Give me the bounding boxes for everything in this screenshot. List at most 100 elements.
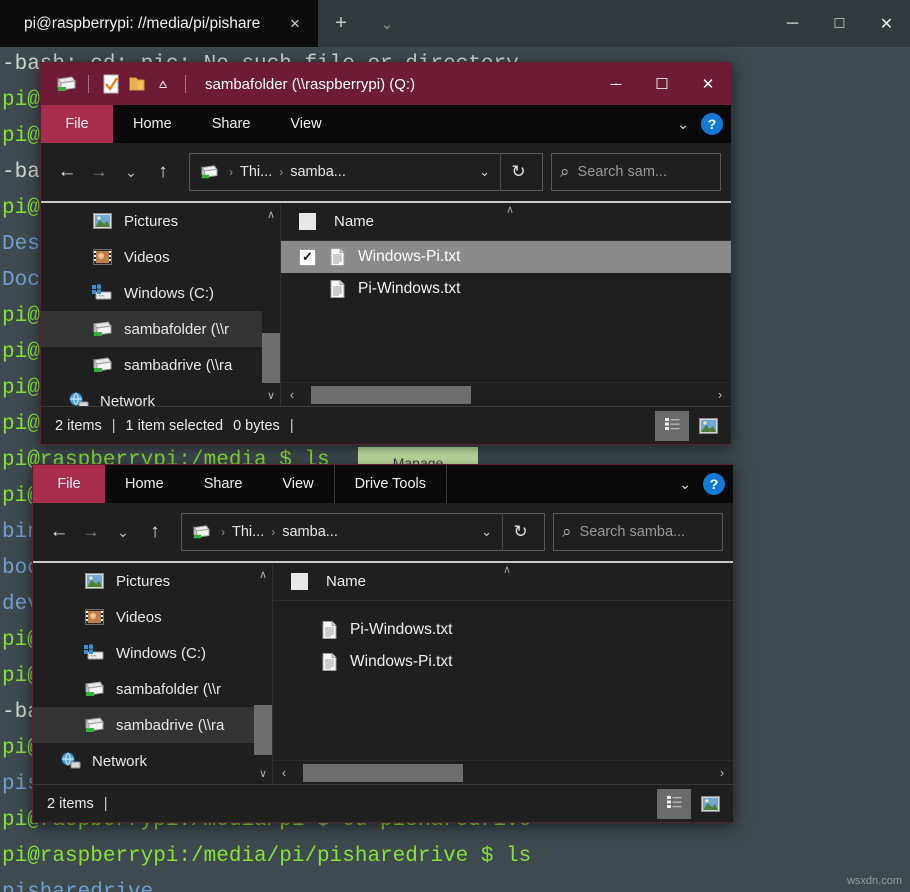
table-row[interactable]: ✓ Windows-Pi.txt bbox=[281, 241, 731, 273]
window2-horizontal-scrollbar[interactable]: ‹ › bbox=[273, 760, 733, 784]
terminal-tab[interactable]: pi@raspberrypi: //media/pi/pishare × bbox=[0, 0, 318, 47]
sidebar-item-sambadrive[interactable]: sambadrive (\\ra bbox=[41, 347, 280, 383]
window1-file-pane[interactable]: ∧ Name ✓ Windows-Pi.txt bbox=[281, 203, 731, 406]
scroll-down-icon[interactable]: ∨ bbox=[262, 384, 280, 406]
minimize-icon[interactable]: ─ bbox=[593, 63, 639, 105]
sidebar-item-pictures[interactable]: Pictures bbox=[41, 203, 280, 239]
sidebar-item-windows-c[interactable]: Windows (C:) bbox=[41, 275, 280, 311]
breadcrumb-this-pc[interactable]: Thi... bbox=[240, 164, 272, 180]
window1-search-box[interactable]: ⌕ Search sam... bbox=[551, 153, 721, 191]
sidebar-item-windows-c[interactable]: Windows (C:) bbox=[33, 635, 272, 671]
window1-horizontal-scrollbar[interactable]: ‹ › bbox=[281, 382, 731, 406]
new-folder-icon[interactable] bbox=[124, 71, 150, 97]
navigation-pane-scrollbar[interactable]: ∧ ∨ bbox=[254, 563, 272, 784]
sidebar-item-network[interactable]: Network bbox=[41, 383, 280, 406]
expand-ribbon-icon[interactable]: ⌄ bbox=[677, 116, 689, 133]
breadcrumb-samba[interactable]: samba... bbox=[290, 164, 346, 180]
properties-icon[interactable] bbox=[98, 71, 124, 97]
scroll-up-icon[interactable]: ∧ bbox=[262, 203, 280, 225]
address-dropdown-icon[interactable]: ⌄ bbox=[469, 164, 500, 180]
up-icon[interactable]: ↑ bbox=[139, 516, 171, 548]
refresh-icon[interactable]: ↻ bbox=[502, 513, 538, 551]
recent-locations-icon[interactable]: ⌄ bbox=[107, 516, 139, 548]
scroll-right-icon[interactable]: › bbox=[709, 387, 731, 402]
scrollbar-track[interactable] bbox=[303, 386, 709, 404]
scrollbar-thumb[interactable] bbox=[311, 386, 471, 404]
window2-file-pane[interactable]: ∧ Name Pi-Windows.txt bbox=[273, 563, 733, 784]
tab-home[interactable]: Home bbox=[105, 465, 184, 503]
breadcrumb-samba[interactable]: samba... bbox=[282, 524, 338, 540]
scroll-left-icon[interactable]: ‹ bbox=[281, 387, 303, 402]
maximize-icon[interactable]: □ bbox=[816, 0, 863, 47]
sidebar-item-videos[interactable]: Videos bbox=[41, 239, 280, 275]
sort-chevron-icon[interactable]: ∧ bbox=[506, 203, 514, 216]
row-checkbox[interactable]: ✓ bbox=[299, 249, 316, 266]
chevron-down-icon[interactable]: ⌄ bbox=[364, 0, 410, 47]
tab-view[interactable]: View bbox=[270, 105, 341, 143]
large-icons-view-icon[interactable] bbox=[691, 411, 725, 441]
details-view-icon[interactable] bbox=[655, 411, 689, 441]
sidebar-item-sambafolder[interactable]: sambafolder (\\r bbox=[41, 311, 280, 347]
explorer-window-sambadrive: File Home Share View Drive Tools ⌄ ? ← →… bbox=[32, 464, 734, 823]
up-icon[interactable]: ↑ bbox=[147, 156, 179, 188]
scrollbar-thumb[interactable] bbox=[303, 764, 463, 782]
back-icon[interactable]: ← bbox=[43, 516, 75, 548]
tab-drive-tools[interactable]: Drive Tools bbox=[334, 465, 447, 503]
column-header-name[interactable]: Name bbox=[326, 573, 366, 590]
help-icon[interactable]: ? bbox=[703, 473, 725, 495]
close-icon[interactable]: × bbox=[278, 7, 312, 41]
select-all-checkbox[interactable] bbox=[299, 213, 316, 230]
sidebar-item-sambafolder[interactable]: sambafolder (\\r bbox=[33, 671, 272, 707]
minimize-icon[interactable]: ─ bbox=[769, 0, 816, 47]
close-icon[interactable]: ✕ bbox=[685, 63, 731, 105]
sidebar-item-pictures[interactable]: Pictures bbox=[33, 563, 272, 599]
tab-share[interactable]: Share bbox=[192, 105, 271, 143]
recent-locations-icon[interactable]: ⌄ bbox=[115, 156, 147, 188]
refresh-icon[interactable]: ↻ bbox=[500, 153, 536, 191]
scrollbar-track[interactable] bbox=[295, 764, 711, 782]
details-view-icon[interactable] bbox=[657, 789, 691, 819]
sidebar-item-sambadrive[interactable]: sambadrive (\\ra bbox=[33, 707, 272, 743]
sidebar-item-network[interactable]: Network bbox=[33, 743, 272, 779]
window2-ribbon: File Home Share View Drive Tools ⌄ ? bbox=[33, 465, 733, 503]
tab-file[interactable]: File bbox=[33, 465, 105, 503]
sidebar-item-videos[interactable]: Videos bbox=[33, 599, 272, 635]
table-row[interactable]: Windows-Pi.txt bbox=[273, 646, 733, 678]
scroll-up-icon[interactable]: ∧ bbox=[254, 563, 272, 585]
window1-titlebar[interactable]: ⩟ sambafolder (\\raspberrypi) (Q:) ─ ☐ ✕ bbox=[41, 63, 731, 105]
tab-view[interactable]: View bbox=[262, 465, 333, 503]
window2-address-bar[interactable]: › Thi... › samba... ⌄ ↻ bbox=[181, 513, 545, 551]
address-dropdown-icon[interactable]: ⌄ bbox=[471, 524, 502, 540]
back-icon[interactable]: ← bbox=[51, 156, 83, 188]
forward-icon[interactable]: → bbox=[83, 156, 115, 188]
window1-navigation-pane[interactable]: Pictures Videos bbox=[41, 203, 281, 406]
sort-chevron-icon[interactable]: ∧ bbox=[503, 563, 511, 576]
select-all-checkbox[interactable] bbox=[291, 573, 308, 590]
scroll-right-icon[interactable]: › bbox=[711, 765, 733, 780]
window1-address-bar[interactable]: › Thi... › samba... ⌄ ↻ bbox=[189, 153, 543, 191]
column-header-name[interactable]: Name bbox=[334, 213, 374, 230]
expand-ribbon-icon[interactable]: ⌄ bbox=[679, 476, 691, 493]
network-drive-icon[interactable] bbox=[53, 71, 79, 97]
tab-home[interactable]: Home bbox=[113, 105, 192, 143]
table-row[interactable]: Pi-Windows.txt bbox=[281, 273, 731, 305]
forward-icon[interactable]: → bbox=[75, 516, 107, 548]
window2-search-box[interactable]: ⌕ Search samba... bbox=[553, 513, 723, 551]
new-tab-icon[interactable]: + bbox=[318, 0, 364, 47]
help-icon[interactable]: ? bbox=[701, 113, 723, 135]
status-divider: | bbox=[112, 418, 116, 434]
tab-file[interactable]: File bbox=[41, 105, 113, 143]
maximize-icon[interactable]: ☐ bbox=[639, 63, 685, 105]
scrollbar-thumb[interactable] bbox=[254, 705, 272, 755]
tab-share[interactable]: Share bbox=[184, 465, 263, 503]
scrollbar-thumb[interactable] bbox=[262, 333, 280, 383]
scroll-down-icon[interactable]: ∨ bbox=[254, 762, 272, 784]
close-window-icon[interactable]: ✕ bbox=[863, 0, 910, 47]
window2-navigation-pane[interactable]: Pictures Videos bbox=[33, 563, 273, 784]
breadcrumb-this-pc[interactable]: Thi... bbox=[232, 524, 264, 540]
scroll-left-icon[interactable]: ‹ bbox=[273, 765, 295, 780]
customize-quick-access-icon[interactable]: ⩟ bbox=[150, 71, 176, 97]
navigation-pane-scrollbar[interactable]: ∧ ∨ bbox=[262, 203, 280, 406]
table-row[interactable]: Pi-Windows.txt bbox=[273, 614, 733, 646]
large-icons-view-icon[interactable] bbox=[693, 789, 727, 819]
